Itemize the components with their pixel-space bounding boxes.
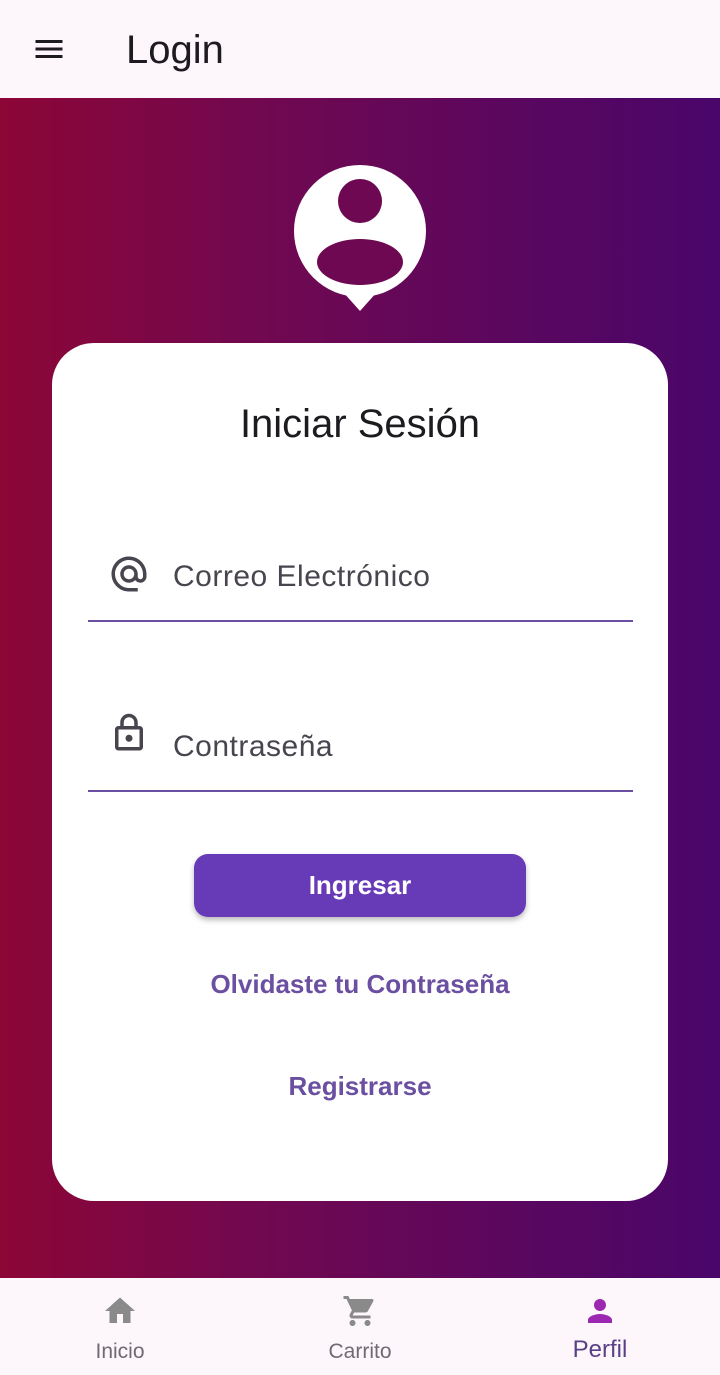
nav-item-perfil[interactable]: Perfil	[480, 1278, 720, 1375]
account-pin-icon	[293, 164, 427, 314]
login-button[interactable]: Ingresar	[194, 854, 526, 917]
nav-label-inicio: Inicio	[95, 1340, 145, 1363]
lock-icon	[108, 712, 150, 754]
nav-item-carrito[interactable]: Carrito	[240, 1278, 480, 1375]
at-sign-icon	[108, 553, 150, 595]
menu-icon	[31, 31, 67, 72]
person-icon	[582, 1293, 618, 1329]
password-field[interactable]	[88, 702, 633, 792]
password-input[interactable]	[173, 702, 613, 792]
login-title: Iniciar Sesión	[239, 402, 481, 446]
menu-button[interactable]	[22, 24, 76, 78]
forgot-password-link[interactable]: Olvidaste tu Contraseña	[0, 969, 720, 1000]
page-title: Login	[126, 28, 224, 72]
register-link[interactable]: Registrarse	[0, 1071, 720, 1102]
bottom-navigation: Inicio Carrito Perfil	[0, 1278, 720, 1375]
nav-item-inicio[interactable]: Inicio	[0, 1278, 240, 1375]
nav-label-perfil: Perfil	[572, 1336, 628, 1363]
email-field[interactable]	[88, 532, 633, 622]
cart-icon	[342, 1293, 378, 1329]
email-input[interactable]	[173, 532, 613, 622]
home-icon	[102, 1293, 138, 1329]
app-bar: Login	[0, 0, 720, 98]
nav-label-carrito: Carrito	[328, 1340, 392, 1363]
